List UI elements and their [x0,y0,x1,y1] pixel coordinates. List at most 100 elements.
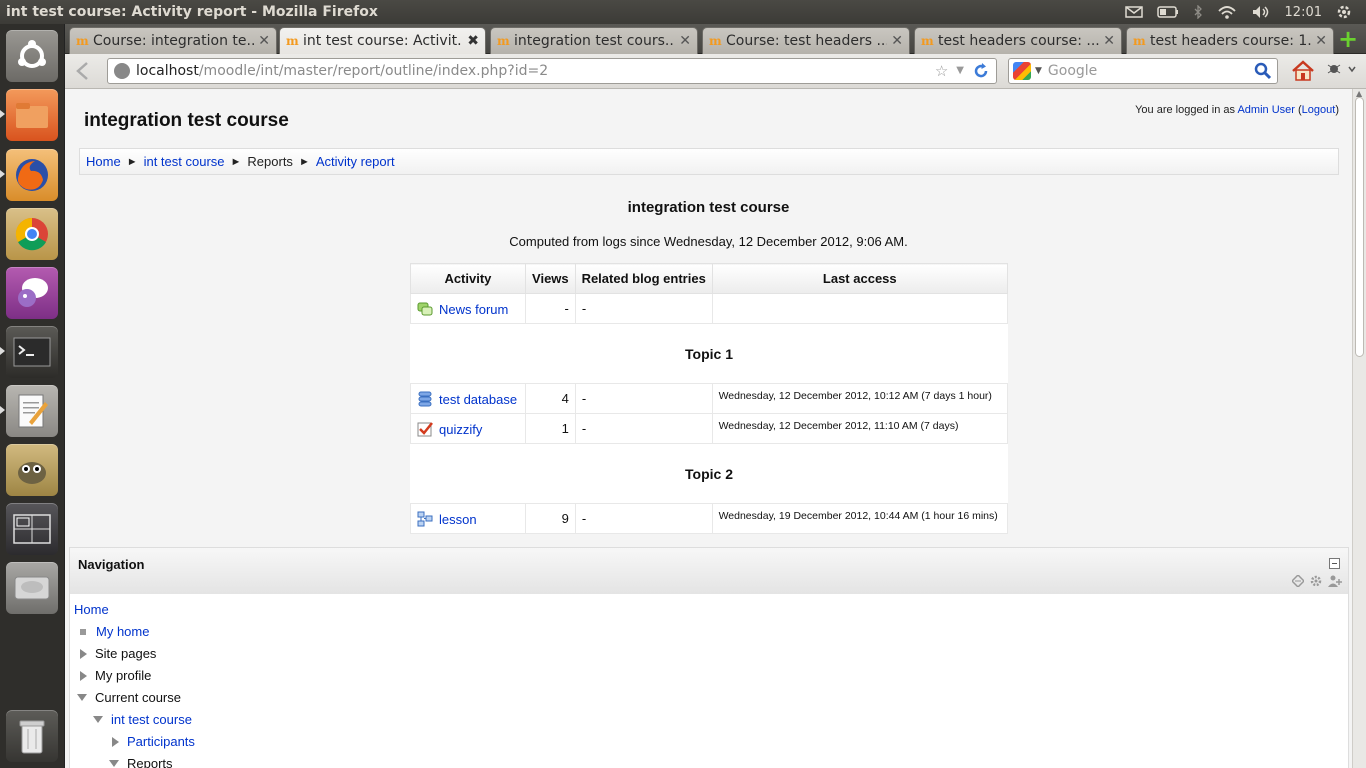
activity-link-news-forum[interactable]: News forum [439,302,508,317]
tab-close-icon[interactable]: ✕ [1103,33,1115,49]
blog-cell: - [574,383,713,414]
navigation-block-title: Navigation [78,557,145,572]
search-bar[interactable]: ▼ Google [1008,58,1278,84]
nav-item-int-test-course[interactable]: int test course [93,712,192,727]
database-icon [417,391,433,407]
col-related-blog: Related blog entries [574,263,713,294]
tab-close-icon[interactable]: ✕ [258,33,270,49]
blog-cell: - [574,503,713,534]
page-scrollbar[interactable]: ▲ [1352,89,1366,768]
assign-roles-icon[interactable] [1328,575,1342,590]
url-bar[interactable]: localhost/moodle/int/master/report/outli… [107,58,997,84]
home-button[interactable] [1291,59,1315,87]
tab-test-headers-course[interactable]: m test headers course: ... ✕ [914,27,1122,54]
dash-home-icon[interactable] [6,30,58,82]
firefox-icon[interactable] [6,149,58,201]
breadcrumb-home[interactable]: Home [86,154,121,169]
collapse-arrow-icon[interactable] [93,716,103,723]
expand-arrow-icon[interactable] [112,736,119,747]
nav-item-current-course[interactable]: Current course [77,690,181,705]
views-cell: 4 [524,383,576,414]
web-page: integration test course You are logged i… [65,89,1352,768]
nav-item-home[interactable]: Home [74,602,109,617]
table-row: lesson 9 - Wednesday, 19 December 2012, … [410,503,1009,534]
computed-since-text: Computed from logs since Wednesday, 12 D… [509,234,908,249]
site-identity-icon[interactable] [114,63,130,79]
activity-report-table: Activity Views Related blog entries Last… [410,263,1009,534]
tab-test-headers-course-1[interactable]: m test headers course: 1... ✕ [1126,27,1334,54]
tab-course-integration[interactable]: m Course: integration te... ✕ [69,27,277,54]
breadcrumb: Home ► int test course ► Reports ► Activ… [79,148,1339,175]
mail-icon[interactable] [1124,6,1143,18]
nav-item-reports[interactable]: Reports [109,756,173,768]
nav-item-site-pages[interactable]: Site pages [80,646,156,661]
bluetooth-icon[interactable] [1193,5,1203,19]
moodle-favicon-icon: m [76,34,89,48]
disk-drive-icon[interactable] [6,562,58,614]
table-row: test database 4 - Wednesday, 12 December… [410,383,1009,414]
bookmark-star-icon[interactable]: ☆ [935,62,948,84]
wifi-icon[interactable] [1217,5,1237,19]
search-icon[interactable] [1254,62,1272,84]
activity-link-quizzify[interactable]: quizzify [439,422,482,437]
col-last-access: Last access [711,263,1009,294]
tab-course-test-headers[interactable]: m Course: test headers ... ✕ [702,27,910,54]
collapse-block-icon[interactable] [1329,558,1340,569]
text-editor-icon[interactable] [6,385,58,437]
volume-icon[interactable] [1251,5,1271,19]
lesson-icon [417,511,433,527]
logout-link[interactable]: Logout [1302,104,1336,116]
nav-item-my-profile[interactable]: My profile [80,668,151,683]
expand-arrow-icon[interactable] [80,670,87,681]
login-info: You are logged in as Admin User (Logout) [1135,104,1339,116]
views-cell: - [524,293,576,324]
tab-close-icon[interactable]: ✖ [467,33,479,49]
last-access-cell [711,293,1009,324]
pidgin-icon[interactable] [6,267,58,319]
tab-integration-test-course[interactable]: m integration test cours... ✕ [490,27,698,54]
collapse-arrow-icon[interactable] [77,694,87,701]
gimp-icon[interactable] [6,444,58,496]
terminal-icon[interactable] [6,326,58,378]
reload-icon[interactable] [972,62,990,84]
activity-link-lesson[interactable]: lesson [439,512,477,527]
search-engine-dropdown-icon[interactable]: ▼ [1035,66,1042,76]
breadcrumb-course[interactable]: int test course [144,154,225,169]
move-block-icon[interactable] [1290,573,1306,590]
breadcrumb-activity-report[interactable]: Activity report [316,154,395,169]
user-profile-link[interactable]: Admin User [1237,104,1294,116]
expand-arrow-icon[interactable] [80,648,87,659]
collapse-arrow-icon[interactable] [109,760,119,767]
url-dropdown-icon[interactable]: ▼ [956,62,964,84]
tab-close-icon[interactable]: ✕ [1315,33,1327,49]
trash-icon[interactable] [6,710,58,762]
nav-item-my-home[interactable]: My home [78,624,149,639]
search-engine-google-icon[interactable] [1013,62,1031,80]
tab-close-icon[interactable]: ✕ [891,33,903,49]
activity-link-test-database[interactable]: test database [439,392,517,407]
addon-bug-icon[interactable] [1327,61,1357,81]
report-heading: integration test course [627,199,790,216]
tab-activity-report[interactable]: m int test course: Activit... ✖ [279,27,486,54]
back-button[interactable] [73,60,97,84]
power-gear-icon[interactable] [1336,4,1352,20]
scrollbar-thumb[interactable] [1355,97,1364,357]
block-settings-gear-icon[interactable] [1310,575,1322,590]
running-indicator [0,347,5,355]
clock[interactable]: 12:01 [1285,5,1322,20]
search-input[interactable]: Google [1048,63,1097,79]
navigation-block: Navigation Home My home Site pages My pr… [69,547,1349,768]
battery-icon[interactable] [1156,6,1179,18]
workspace-switcher-icon[interactable] [6,503,58,555]
table-row: quizzify 1 - Wednesday, 12 December 2012… [410,413,1009,444]
nav-item-participants[interactable]: Participants [112,734,195,749]
tab-close-icon[interactable]: ✕ [679,33,691,49]
col-views: Views [524,263,576,294]
breadcrumb-reports: Reports [247,154,293,169]
new-tab-button[interactable]: + [1336,27,1360,52]
last-access-cell: Wednesday, 12 December 2012, 10:12 AM (7… [711,383,1009,414]
chrome-icon[interactable] [6,208,58,260]
col-activity: Activity [410,263,526,294]
files-icon[interactable] [6,89,58,141]
quiz-icon [417,421,433,437]
